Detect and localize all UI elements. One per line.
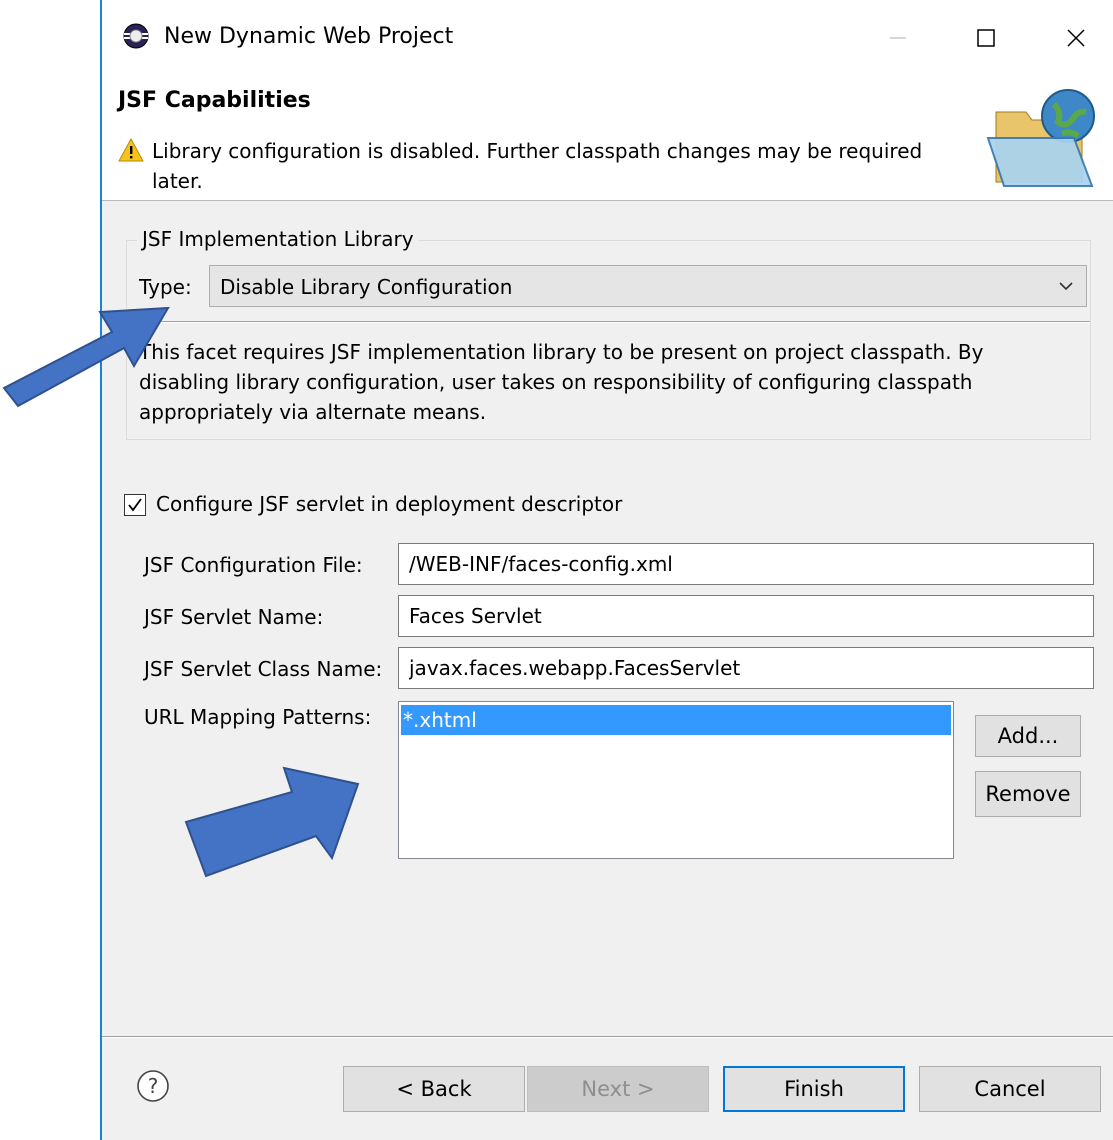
group-separator bbox=[127, 321, 1090, 323]
configure-servlet-label[interactable]: Configure JSF servlet in deployment desc… bbox=[156, 492, 622, 516]
warning-icon bbox=[118, 138, 144, 162]
checkmark-icon bbox=[128, 498, 142, 512]
help-icon[interactable]: ? bbox=[136, 1069, 170, 1103]
cancel-button[interactable]: Cancel bbox=[919, 1066, 1101, 1112]
annotation-arrow-icon bbox=[184, 766, 360, 878]
wizard-header: JSF Capabilities Library configuration i… bbox=[102, 78, 1113, 201]
url-patterns-list[interactable]: *.xhtml bbox=[398, 701, 954, 859]
configure-servlet-checkbox[interactable] bbox=[124, 494, 146, 516]
servlet-class-label: JSF Servlet Class Name: bbox=[144, 657, 383, 681]
close-button[interactable] bbox=[1048, 14, 1104, 62]
svg-text:?: ? bbox=[148, 1074, 159, 1098]
eclipse-icon bbox=[123, 23, 149, 49]
annotation-arrow-icon bbox=[2, 306, 170, 408]
folder-globe-icon bbox=[986, 89, 1095, 187]
page-title: JSF Capabilities bbox=[118, 88, 311, 113]
window-title: New Dynamic Web Project bbox=[164, 24, 454, 49]
group-legend: JSF Implementation Library bbox=[137, 227, 419, 251]
next-button[interactable]: Next > bbox=[527, 1066, 709, 1112]
type-dropdown[interactable]: Disable Library Configuration bbox=[209, 265, 1087, 307]
maximize-icon bbox=[977, 29, 995, 47]
servlet-class-input[interactable] bbox=[398, 647, 1094, 689]
finish-button[interactable]: Finish bbox=[723, 1066, 905, 1112]
library-description: This facet requires JSF implementation l… bbox=[139, 340, 984, 424]
config-file-label: JSF Configuration File: bbox=[144, 553, 363, 577]
add-button[interactable]: Add... bbox=[975, 715, 1081, 757]
warning-message: Library configuration is disabled. Furth… bbox=[152, 139, 923, 193]
back-button[interactable]: < Back bbox=[343, 1066, 525, 1112]
servlet-name-input[interactable] bbox=[398, 595, 1094, 637]
type-dropdown-value: Disable Library Configuration bbox=[220, 275, 513, 299]
title-bar: New Dynamic Web Project bbox=[102, 0, 1113, 78]
config-file-input[interactable] bbox=[398, 543, 1094, 585]
close-icon bbox=[1067, 29, 1085, 47]
footer-separator bbox=[102, 1036, 1113, 1038]
remove-button[interactable]: Remove bbox=[975, 771, 1081, 817]
url-patterns-label: URL Mapping Patterns: bbox=[144, 705, 372, 729]
minimize-icon bbox=[890, 37, 906, 39]
minimize-button[interactable] bbox=[870, 14, 926, 62]
list-item[interactable]: *.xhtml bbox=[401, 705, 951, 735]
maximize-button[interactable] bbox=[958, 14, 1014, 62]
wizard-window: New Dynamic Web Project JSF Capabilities… bbox=[100, 0, 1113, 1140]
servlet-name-label: JSF Servlet Name: bbox=[144, 605, 324, 629]
chevron-down-icon bbox=[1059, 282, 1073, 291]
jsf-library-group: JSF Implementation Library Type: Disable… bbox=[126, 227, 1091, 440]
